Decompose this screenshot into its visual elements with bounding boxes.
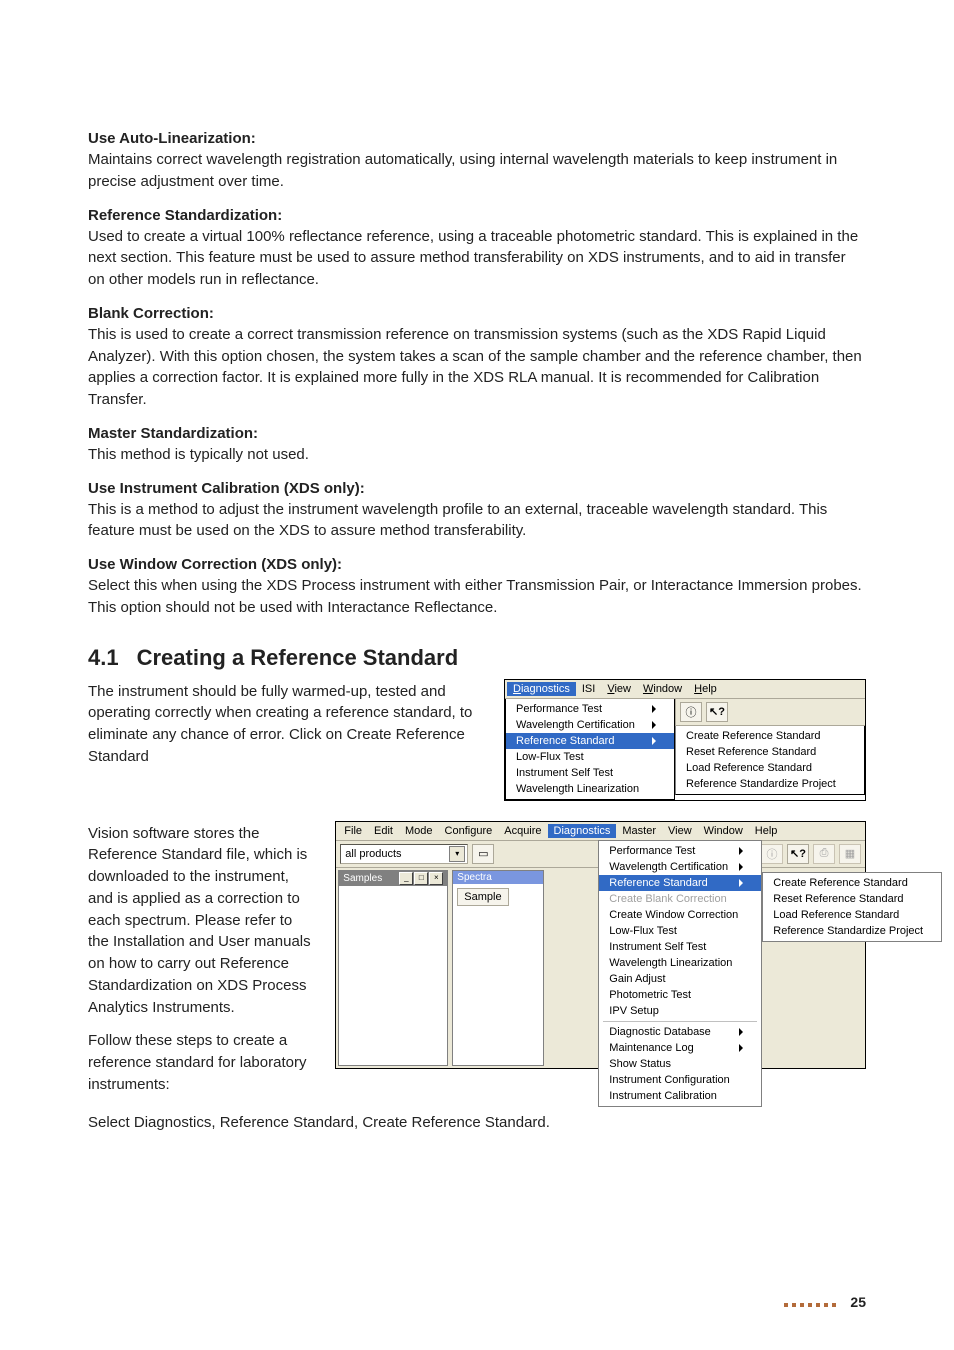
menu-item[interactable]: Instrument Self Test bbox=[599, 939, 761, 955]
menu-item[interactable]: Load Reference Standard bbox=[676, 760, 864, 776]
page-footer: 25 bbox=[784, 1294, 866, 1310]
menu-item[interactable]: View bbox=[662, 824, 698, 838]
heading-win-cor: Use Window Correction (XDS only): bbox=[88, 556, 866, 573]
menu-item[interactable]: Create Reference Standard bbox=[676, 728, 864, 744]
menu-item[interactable]: Performance Test bbox=[506, 701, 674, 717]
menu-item[interactable]: Acquire bbox=[498, 824, 547, 838]
combo-value: all products bbox=[345, 848, 401, 860]
heading-auto-lin: Use Auto-Linearization: bbox=[88, 130, 866, 147]
para-blank: This is used to create a correct transmi… bbox=[88, 324, 866, 411]
para-41d: Select Diagnostics, Reference Standard, … bbox=[88, 1112, 866, 1134]
document-page: Use Auto-Linearization: Maintains correc… bbox=[0, 0, 954, 1350]
heading-inst-cal: Use Instrument Calibration (XDS only): bbox=[88, 480, 866, 497]
menu-item[interactable]: Maintenance Log bbox=[599, 1040, 761, 1056]
sample-button[interactable]: Sample bbox=[457, 888, 508, 906]
menu-item[interactable]: Mode bbox=[399, 824, 439, 838]
menu-item[interactable]: Configure bbox=[439, 824, 499, 838]
menu-item[interactable]: Reset Reference Standard bbox=[763, 891, 941, 907]
pane-spectra-title: Spectra bbox=[453, 871, 543, 884]
diagnostics-dropdown: Performance TestWavelength Certification… bbox=[505, 699, 675, 800]
open-icon[interactable]: ▭ bbox=[472, 844, 494, 864]
para-41c: Follow these steps to create a reference… bbox=[88, 1030, 315, 1095]
menu-item[interactable]: Low-Flux Test bbox=[599, 923, 761, 939]
menu-item[interactable]: Reference Standard bbox=[506, 733, 674, 749]
menu-item[interactable]: Help bbox=[749, 824, 784, 838]
menu-isi[interactable]: ISI bbox=[576, 682, 601, 696]
menu-item[interactable]: Performance Test bbox=[599, 843, 761, 859]
menu-item[interactable]: Wavelength Certification bbox=[506, 717, 674, 733]
menu-window[interactable]: Window bbox=[637, 682, 688, 696]
close-icon[interactable]: × bbox=[429, 872, 443, 885]
menu-item[interactable]: Gain Adjust bbox=[599, 971, 761, 987]
menu-item: Create Blank Correction bbox=[599, 891, 761, 907]
figure-menu-small: Diagnostics ISI View Window Help Perform… bbox=[504, 679, 866, 801]
section-heading-text: Creating a Reference Standard bbox=[137, 645, 459, 671]
section-title: 4.1 Creating a Reference Standard bbox=[88, 645, 866, 671]
menubar: Diagnostics ISI View Window Help bbox=[505, 680, 865, 699]
pane-samples-title: Samples _ □ × bbox=[339, 871, 447, 886]
menu-view[interactable]: View bbox=[601, 682, 637, 696]
para-41b: Vision software stores the Reference Sta… bbox=[88, 823, 315, 1019]
footer-dots-icon bbox=[784, 1294, 840, 1310]
section-number: 4.1 bbox=[88, 645, 119, 671]
figure-app-window: FileEditModeConfigureAcquireDiagnosticsM… bbox=[335, 821, 866, 1069]
reference-standard-submenu: Create Reference StandardReset Reference… bbox=[762, 872, 942, 942]
menu-item[interactable]: Window bbox=[698, 824, 749, 838]
menu-item[interactable]: Reference Standard bbox=[599, 875, 761, 891]
para-win-cor: Select this when using the XDS Process i… bbox=[88, 575, 866, 619]
menu-item[interactable]: Instrument Configuration bbox=[599, 1072, 761, 1088]
heading-blank: Blank Correction: bbox=[88, 305, 866, 322]
menu-item[interactable]: Load Reference Standard bbox=[763, 907, 941, 923]
para-auto-lin: Maintains correct wavelength registratio… bbox=[88, 149, 866, 193]
menu-item[interactable]: Wavelength Certification bbox=[599, 859, 761, 875]
menu-item[interactable]: Reset Reference Standard bbox=[676, 744, 864, 760]
heading-ref-std: Reference Standardization: bbox=[88, 207, 866, 224]
info-icon[interactable]: ⓘ bbox=[680, 702, 702, 722]
menu-item[interactable]: Edit bbox=[368, 824, 399, 838]
product-combo[interactable]: all products ▾ bbox=[340, 844, 468, 864]
menu-item[interactable]: Master bbox=[616, 824, 662, 838]
para-ref-std: Used to create a virtual 100% reflectanc… bbox=[88, 226, 866, 291]
menu-diagnostics[interactable]: Diagnostics bbox=[507, 682, 576, 696]
menu-item[interactable]: Wavelength Linearization bbox=[506, 781, 674, 797]
menu-item[interactable]: Create Window Correction bbox=[599, 907, 761, 923]
menu-help[interactable]: Help bbox=[688, 682, 723, 696]
menu-item[interactable]: Create Reference Standard bbox=[763, 875, 941, 891]
para-41a: The instrument should be fully warmed-up… bbox=[88, 681, 484, 768]
menu-item[interactable]: Diagnostic Database bbox=[599, 1024, 761, 1040]
menu-item[interactable]: Show Status bbox=[599, 1056, 761, 1072]
menu-item[interactable]: Low-Flux Test bbox=[506, 749, 674, 765]
help-pointer-icon[interactable]: ↖? bbox=[706, 702, 728, 722]
reference-standard-submenu: Create Reference StandardReset Reference… bbox=[675, 726, 865, 795]
para-inst-cal: This is a method to adjust the instrumen… bbox=[88, 499, 866, 543]
menu-separator bbox=[603, 1021, 757, 1022]
menu-item[interactable]: Instrument Calibration bbox=[599, 1088, 761, 1104]
menubar: FileEditModeConfigureAcquireDiagnosticsM… bbox=[336, 822, 865, 841]
menu-item[interactable]: Photometric Test bbox=[599, 987, 761, 1003]
diagnostics-dropdown: Performance TestWavelength Certification… bbox=[598, 840, 762, 1107]
combo-dropdown-icon[interactable]: ▾ bbox=[449, 846, 465, 862]
menu-item[interactable]: Reference Standardize Project bbox=[676, 776, 864, 792]
menu-item[interactable]: Wavelength Linearization bbox=[599, 955, 761, 971]
heading-master: Master Standardization: bbox=[88, 425, 866, 442]
menu-item[interactable]: File bbox=[338, 824, 368, 838]
menu-item[interactable]: Diagnostics bbox=[548, 824, 617, 838]
menu-item[interactable]: IPV Setup bbox=[599, 1003, 761, 1019]
maximize-icon[interactable]: □ bbox=[414, 872, 428, 885]
menu-item[interactable]: Instrument Self Test bbox=[506, 765, 674, 781]
page-number: 25 bbox=[850, 1294, 866, 1310]
minimize-icon[interactable]: _ bbox=[399, 872, 413, 885]
para-master: This method is typically not used. bbox=[88, 444, 866, 466]
menu-item[interactable]: Reference Standardize Project bbox=[763, 923, 941, 939]
